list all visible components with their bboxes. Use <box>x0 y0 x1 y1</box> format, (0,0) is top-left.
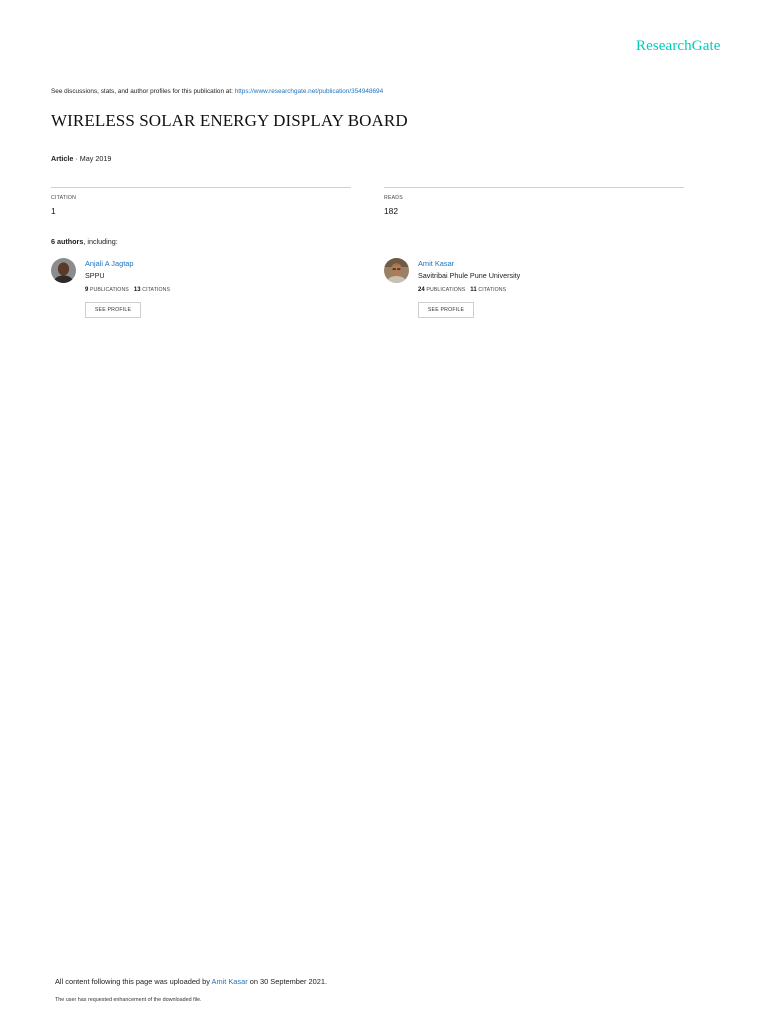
upload-info: All content following this page was uplo… <box>55 977 327 986</box>
publications-label: PUBLICATIONS <box>426 287 466 293</box>
article-type: Article <box>51 154 74 163</box>
enhancement-note: The user has requested enhancement of th… <box>55 997 202 1003</box>
authors-suffix: , including: <box>83 237 118 246</box>
author-card: Amit Kasar Savitribai Phule Pune Univers… <box>384 258 684 322</box>
uploader-link[interactable]: Amit Kasar <box>212 977 248 986</box>
avatar-photo-icon <box>51 258 76 283</box>
reads-label: READS <box>384 195 403 201</box>
article-date: · May 2019 <box>73 154 112 163</box>
publication-link[interactable]: https://www.researchgate.net/publication… <box>235 88 384 95</box>
author-name-link[interactable]: Anjali A Jagtap <box>85 259 134 268</box>
avatar-photo-icon <box>384 258 409 283</box>
author-name-link[interactable]: Amit Kasar <box>418 259 454 268</box>
reads-value: 182 <box>384 206 398 216</box>
citations-label: CITATIONS <box>142 287 171 293</box>
citation-value: 1 <box>51 206 56 216</box>
author-institution: SPPU <box>85 271 105 280</box>
author-stats: 24 PUBLICATIONS 11 CITATIONS <box>418 287 506 293</box>
upload-prefix: All content following this page was uplo… <box>55 977 212 986</box>
see-profile-button[interactable]: SEE PROFILE <box>85 302 141 318</box>
discussion-line: See discussions, stats, and author profi… <box>51 88 383 95</box>
publications-label: PUBLICATIONS <box>89 287 129 293</box>
citation-stat: CITATION 1 <box>51 187 351 216</box>
see-profile-button[interactable]: SEE PROFILE <box>418 302 474 318</box>
authors-count: 6 authors <box>51 237 84 246</box>
publications-count: 24 <box>418 287 425 293</box>
author-institution: Savitribai Phule Pune University <box>418 271 521 280</box>
upload-suffix: on 30 September 2021. <box>247 977 328 986</box>
article-meta: Article · May 2019 <box>51 154 111 163</box>
citations-count: 13 <box>133 287 141 293</box>
authors-summary: 6 authors, including: <box>51 237 118 246</box>
author-card: Anjali A Jagtap SPPU 9 PUBLICATIONS 13 CI… <box>51 258 351 322</box>
citations-label: CITATIONS <box>478 287 507 293</box>
publications-count: 9 <box>85 287 89 293</box>
discussion-prefix: See discussions, stats, and author profi… <box>51 88 235 95</box>
reads-stat: READS 182 <box>384 187 684 216</box>
author-stats: 9 PUBLICATIONS 13 CITATIONS <box>85 287 170 293</box>
avatar[interactable] <box>384 258 409 283</box>
citations-count: 11 <box>470 287 477 293</box>
citation-label: CITATION <box>51 195 77 201</box>
publication-title: WIRELESS SOLAR ENERGY DISPLAY BOARD <box>51 111 408 130</box>
avatar[interactable] <box>51 258 76 283</box>
researchgate-logo[interactable]: ResearchGate <box>636 38 720 55</box>
